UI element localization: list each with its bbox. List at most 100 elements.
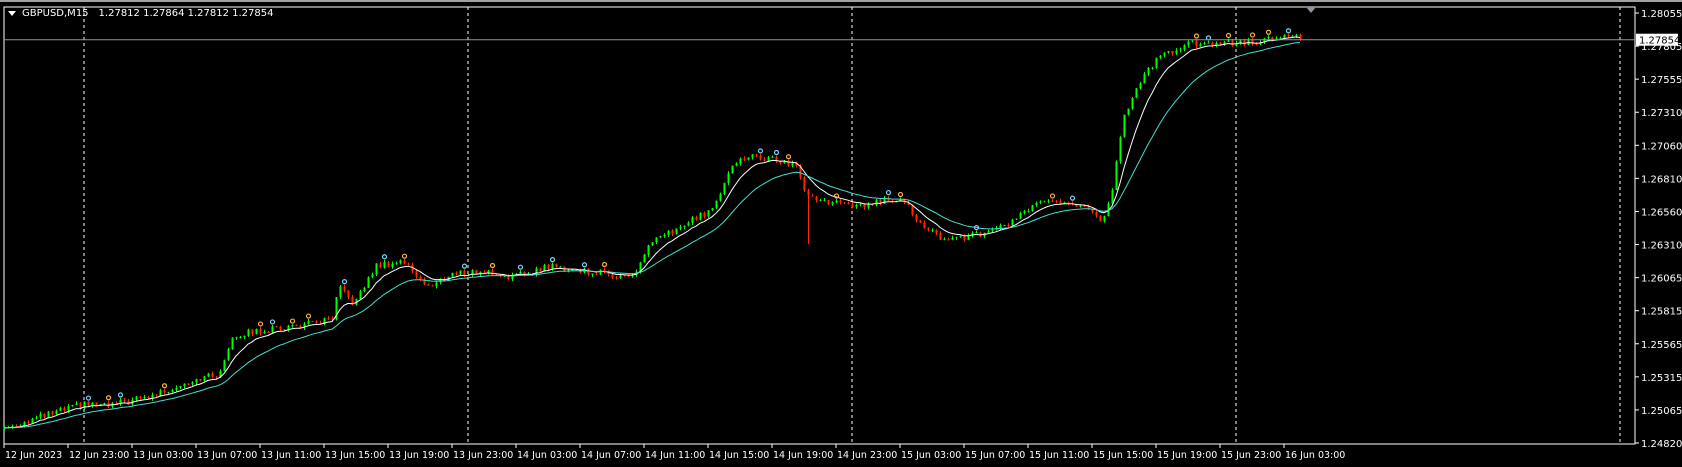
candle-body [211, 373, 214, 377]
y-axis-label: 1.25565 [1641, 340, 1682, 351]
candle-body [735, 163, 738, 166]
candle-body [51, 411, 54, 415]
candle-body [711, 208, 714, 211]
candle-body [967, 235, 970, 240]
candle-body [123, 399, 126, 401]
candle-body [1231, 40, 1234, 46]
candle-body [247, 329, 250, 336]
candle-body [855, 204, 858, 208]
candle-body [671, 230, 674, 234]
x-axis-label: 14 Jun 11:00 [645, 450, 705, 461]
candle-body [615, 277, 618, 279]
candle-body [959, 235, 962, 238]
candle-body [1003, 225, 1006, 227]
candle-body [183, 383, 186, 387]
candle-body [87, 401, 90, 406]
candle-body [171, 389, 174, 392]
candle-body [839, 200, 842, 203]
candle-body [1039, 201, 1042, 203]
candle-body [803, 177, 806, 191]
y-axis-label: 1.26560 [1641, 207, 1682, 218]
candle-body [619, 275, 622, 278]
swing-marker [489, 262, 496, 269]
candle-body [259, 328, 262, 334]
candle-body [363, 287, 366, 292]
swing-marker [897, 191, 904, 198]
candle-body [43, 413, 46, 418]
candle-body [987, 231, 990, 233]
candle-body [1267, 36, 1270, 39]
candle-body [1163, 52, 1166, 56]
current-price-label: 1.27854 [1639, 36, 1680, 47]
chart-shift-marker-icon [1306, 7, 1316, 13]
x-axis-label: 13 Jun 03:00 [133, 450, 193, 461]
x-axis-label: 15 Jun 23:00 [1221, 450, 1281, 461]
candle-body [459, 270, 462, 275]
candle-body [159, 390, 162, 396]
candle-body [707, 210, 710, 217]
candle-body [91, 402, 94, 406]
candle-body [759, 155, 762, 160]
ma-slow-line [3, 41, 1301, 429]
ma-fast-line [3, 36, 1301, 429]
candle-body [203, 376, 206, 381]
candle-body [851, 203, 854, 208]
swing-marker [1249, 32, 1256, 38]
x-axis-label: 14 Jun 15:00 [709, 450, 769, 461]
candle-body [491, 270, 494, 275]
candle-body [827, 200, 830, 204]
candle-body [47, 411, 50, 418]
candle-body [947, 239, 950, 241]
candle-body [951, 237, 954, 240]
candle-body [175, 387, 178, 390]
x-axis-label: 15 Jun 07:00 [965, 450, 1025, 461]
x-axis-label: 14 Jun 23:00 [837, 450, 897, 461]
candle-body [1203, 43, 1206, 45]
candle-body [923, 222, 926, 229]
swing-marker [269, 319, 276, 325]
candle-body [551, 264, 554, 269]
candle-body [655, 237, 658, 243]
candle-body [307, 320, 310, 324]
swing-marker [289, 318, 296, 324]
candle-body [215, 376, 218, 378]
candle-body [255, 328, 258, 335]
candle-body [815, 196, 818, 201]
candle-body [667, 230, 670, 235]
candle-body [999, 225, 1002, 229]
candle-body [263, 331, 266, 334]
candle-body [1051, 200, 1054, 202]
candle-body [199, 379, 202, 381]
y-axis-label: 1.25815 [1641, 307, 1682, 318]
candle-body [419, 276, 422, 280]
candle-body [359, 291, 362, 300]
candle-body [155, 394, 158, 396]
candle-body [611, 274, 614, 278]
candle-body [595, 273, 598, 275]
candle-body [1019, 213, 1022, 219]
candle-body [403, 260, 406, 264]
candle-body [1283, 34, 1286, 38]
candle-body [1219, 42, 1222, 45]
candle-body [823, 200, 826, 202]
x-axis-label: 13 Jun 23:00 [453, 450, 513, 461]
candle-body [727, 173, 730, 183]
swing-marker [773, 149, 780, 156]
candle-body [275, 326, 278, 328]
candle-body [755, 154, 758, 156]
x-axis-label: 15 Jun 11:00 [1029, 450, 1089, 461]
candle-body [915, 214, 918, 221]
candle-body [143, 396, 146, 398]
candle-body [1099, 215, 1102, 222]
x-axis-label: 13 Jun 07:00 [197, 450, 257, 461]
candle-body [599, 269, 602, 275]
candle-body [343, 286, 346, 291]
candle-body [843, 202, 846, 204]
candle-body [427, 283, 430, 286]
candle-body [139, 396, 142, 398]
candle-body [927, 228, 930, 231]
price-chart[interactable]: 1.280551.278051.275551.273101.270601.268… [0, 2, 1682, 467]
candle-body [763, 159, 766, 161]
candle-body [867, 204, 870, 208]
x-axis-label: 15 Jun 19:00 [1157, 450, 1217, 461]
